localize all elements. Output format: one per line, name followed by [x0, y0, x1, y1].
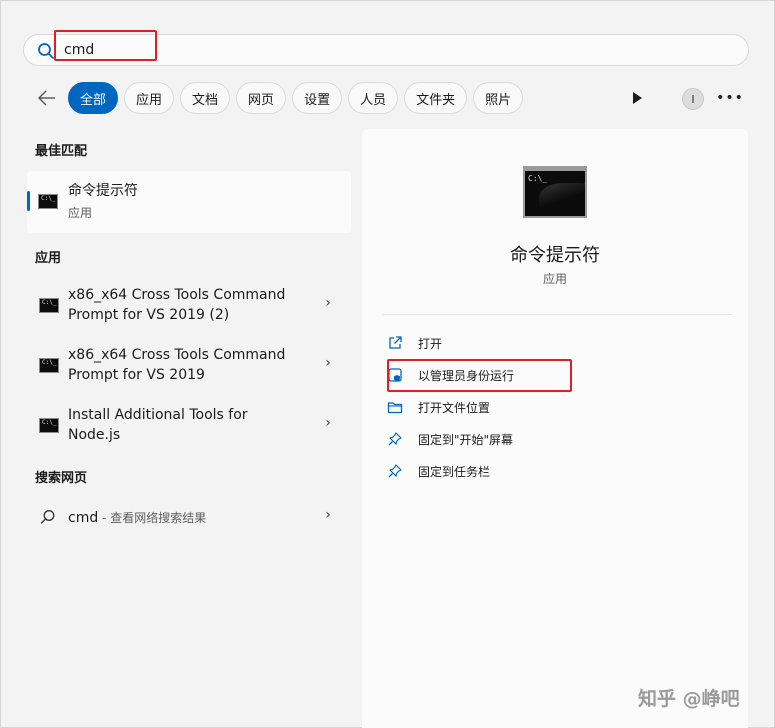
chevron-right-icon[interactable]: › — [321, 295, 335, 311]
chevron-right-icon[interactable]: › — [321, 415, 335, 431]
folder-icon — [386, 398, 404, 416]
app-result-line2: Node.js — [68, 427, 121, 443]
search-input[interactable] — [64, 39, 364, 61]
app-result-item[interactable]: C:\_ x86_x64 Cross Tools Command Prompt … — [27, 277, 351, 333]
filter-tabs: 全部 应用 文档 网页 设置 人员 文件夹 照片 — [68, 82, 524, 114]
command-prompt-icon: C:\_ — [39, 418, 59, 433]
apps-heading: 应用 — [35, 251, 62, 266]
detail-panel: C:\_ 命令提示符 应用 打开 以管理员身份运行 打开文件位置 固定到"开始"… — [362, 129, 748, 728]
web-search-heading: 搜索网页 — [35, 471, 88, 486]
filter-tab-people[interactable]: 人员 — [348, 82, 399, 114]
filter-tab-settings[interactable]: 设置 — [292, 82, 343, 114]
action-label: 以管理员身份运行 — [418, 368, 515, 383]
action-run-as-admin[interactable]: 以管理员身份运行 — [386, 361, 716, 389]
divider — [382, 314, 732, 315]
filter-tab-photos[interactable]: 照片 — [473, 82, 524, 114]
app-result-line2: Prompt for VS 2019 — [68, 367, 205, 383]
account-avatar[interactable]: I — [682, 88, 704, 110]
filter-tab-folders[interactable]: 文件夹 — [404, 82, 468, 114]
pin-icon — [386, 462, 404, 480]
action-label: 打开 — [418, 336, 443, 351]
best-match-heading: 最佳匹配 — [35, 144, 88, 159]
filter-tab-web[interactable]: 网页 — [236, 82, 287, 114]
search-window: 全部 应用 文档 网页 设置 人员 文件夹 照片 I ••• 最佳匹配 C:\_… — [0, 0, 775, 728]
app-result-item[interactable]: C:\_ Install Additional Tools for Node.j… — [27, 397, 351, 453]
command-prompt-icon: C:\_ — [39, 358, 59, 373]
app-result-line1: x86_x64 Cross Tools Command — [68, 287, 286, 303]
web-search-suffix: - 查看网络搜索结果 — [98, 511, 207, 525]
app-result-item[interactable]: C:\_ x86_x64 Cross Tools Command Prompt … — [27, 337, 351, 393]
action-open[interactable]: 打开 — [386, 329, 716, 357]
command-prompt-icon: C:\_ — [38, 194, 58, 209]
action-pin-to-taskbar[interactable]: 固定到任务栏 — [386, 457, 716, 485]
best-match-title: 命令提示符 — [68, 183, 138, 199]
filter-tab-all[interactable]: 全部 — [68, 82, 119, 114]
filter-tab-documents[interactable]: 文档 — [180, 82, 231, 114]
best-match-item[interactable]: C:\_ 命令提示符 应用 — [27, 171, 351, 233]
app-result-line1: x86_x64 Cross Tools Command — [68, 347, 286, 363]
filter-tab-apps[interactable]: 应用 — [124, 82, 175, 114]
web-search-text: cmd - 查看网络搜索结果 — [68, 507, 206, 526]
action-label: 打开文件位置 — [418, 400, 491, 415]
open-external-icon — [386, 334, 404, 352]
pin-icon — [386, 430, 404, 448]
action-label: 固定到任务栏 — [418, 464, 491, 479]
more-filters-play-icon[interactable] — [630, 91, 644, 105]
web-search-item[interactable]: cmd - 查看网络搜索结果 › — [27, 495, 351, 539]
back-arrow-icon[interactable] — [35, 87, 59, 109]
watermark: 知乎 @峥吧 — [638, 688, 740, 710]
detail-app-type: 应用 — [542, 272, 567, 286]
best-match-subtitle: 应用 — [68, 206, 93, 220]
action-pin-to-start[interactable]: 固定到"开始"屏幕 — [386, 425, 716, 453]
search-bar[interactable] — [23, 34, 749, 66]
shield-admin-icon — [386, 366, 404, 384]
app-result-line2: Prompt for VS 2019 (2) — [68, 307, 230, 323]
search-icon — [38, 43, 54, 59]
command-prompt-large-icon: C:\_ — [523, 166, 587, 218]
chevron-right-icon[interactable]: › — [321, 507, 335, 523]
selection-indicator — [27, 191, 30, 211]
command-prompt-icon: C:\_ — [39, 298, 59, 313]
web-search-query: cmd — [68, 510, 99, 526]
app-result-line1: Install Additional Tools for — [68, 407, 248, 423]
action-open-file-location[interactable]: 打开文件位置 — [386, 393, 716, 421]
chevron-right-icon[interactable]: › — [321, 355, 335, 371]
more-options-icon[interactable]: ••• — [716, 87, 743, 109]
search-icon — [40, 510, 55, 524]
action-label: 固定到"开始"屏幕 — [418, 432, 514, 447]
detail-app-title: 命令提示符 — [510, 245, 600, 266]
